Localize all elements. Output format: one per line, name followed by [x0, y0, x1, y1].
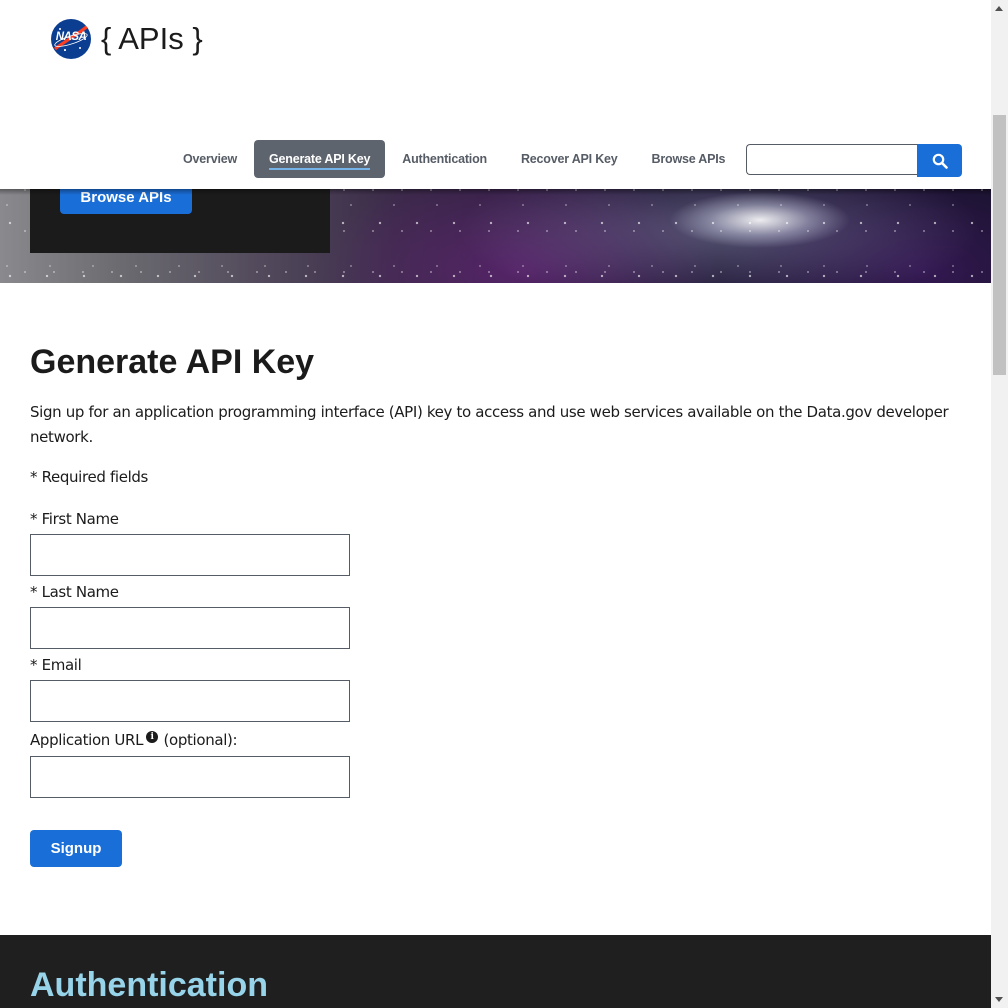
main-nav: Overview Generate API Key Authentication…	[166, 140, 742, 178]
scroll-down-arrow-icon[interactable]	[995, 997, 1003, 1002]
intro-text: Sign up for an application programming i…	[30, 403, 949, 446]
scrollbar-thumb[interactable]	[993, 115, 1006, 375]
nasa-logo-icon: NASA	[51, 19, 91, 59]
site-title: { APIs }	[101, 21, 203, 56]
page-scrollbar[interactable]	[991, 0, 1008, 1008]
first-name-field[interactable]	[30, 534, 350, 576]
application-url-field[interactable]	[30, 756, 350, 798]
nav-browse-apis-label: Browse APIs	[651, 152, 726, 166]
last-name-field[interactable]	[30, 607, 350, 649]
email-label: * Email	[30, 656, 82, 674]
header-shadow	[0, 189, 991, 195]
nasa-logo-text: NASA	[55, 31, 87, 43]
application-url-label-row: Application URL i (optional):	[30, 731, 238, 749]
nav-generate-api-key[interactable]: Generate API Key	[254, 140, 386, 178]
scroll-up-arrow-icon[interactable]	[995, 6, 1003, 11]
application-url-optional-label: (optional):	[163, 731, 238, 749]
last-name-label: * Last Name	[30, 583, 119, 601]
site-logo[interactable]: NASA { APIs }	[51, 19, 203, 59]
authentication-section-title: Authentication	[30, 966, 268, 1004]
nav-generate-api-key-label: Generate API Key	[269, 152, 370, 170]
nav-recover-api-key[interactable]: Recover API Key	[504, 140, 635, 178]
info-icon[interactable]: i	[146, 731, 159, 743]
site-header: NASA { APIs } Overview Generate API Key …	[0, 0, 991, 189]
search-input[interactable]	[746, 144, 917, 175]
nav-overview-label: Overview	[183, 152, 237, 166]
search-button[interactable]	[917, 144, 962, 177]
email-field[interactable]	[30, 680, 350, 722]
signup-button[interactable]: Signup	[30, 830, 122, 867]
first-name-label: * First Name	[30, 510, 119, 528]
page-title: Generate API Key	[30, 343, 315, 381]
search-form	[746, 144, 962, 177]
authentication-section: Authentication	[0, 935, 991, 1008]
nav-authentication[interactable]: Authentication	[385, 140, 504, 178]
search-icon	[932, 153, 948, 169]
application-url-label: Application URL	[30, 731, 144, 749]
required-fields-note: * Required fields	[30, 468, 149, 486]
nav-browse-apis[interactable]: Browse APIs	[635, 140, 743, 178]
nav-overview[interactable]: Overview	[166, 140, 254, 178]
nav-recover-api-key-label: Recover API Key	[520, 152, 618, 166]
nav-authentication-label: Authentication	[402, 152, 487, 166]
